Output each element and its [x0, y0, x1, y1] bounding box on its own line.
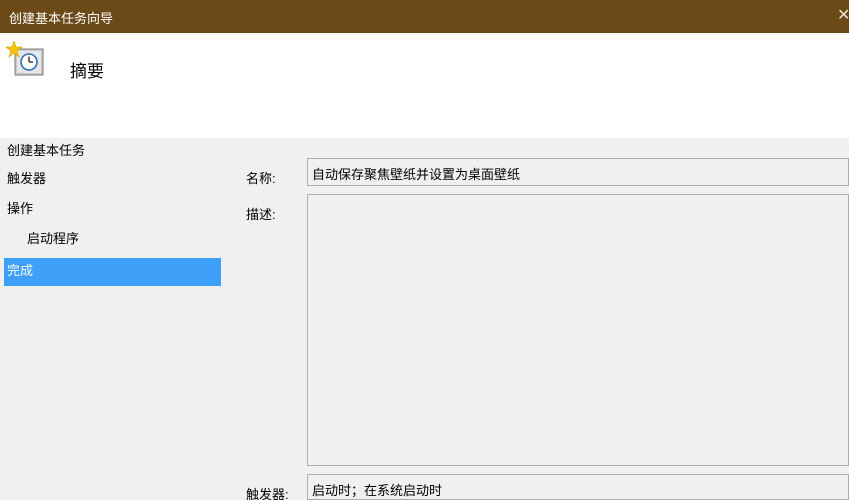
trigger-label: 触发器: — [246, 487, 289, 500]
step-action[interactable]: 操作 — [4, 196, 221, 224]
wizard-header: 摘要 — [0, 33, 849, 138]
step-trigger[interactable]: 触发器 — [4, 166, 221, 194]
close-icon[interactable]: ✕ — [837, 4, 849, 28]
description-label: 描述: — [246, 207, 276, 222]
summary-panel: 名称: 自动保存聚焦壁纸并设置为桌面壁纸 描述: 触发器: 启动时；在系统启动时 — [232, 138, 849, 500]
wizard-step-list: 创建基本任务 触发器 操作 启动程序 完成 — [0, 138, 232, 500]
scheduled-task-clock-icon — [5, 41, 44, 76]
name-label: 名称: — [246, 171, 276, 186]
trigger-summary-field[interactable]: 启动时；在系统启动时 — [307, 474, 849, 500]
window-title: 创建基本任务向导 — [9, 11, 114, 26]
page-heading: 摘要 — [70, 62, 104, 81]
step-finish[interactable]: 完成 — [4, 258, 221, 286]
task-description-field[interactable] — [307, 194, 849, 466]
window-titlebar: 创建基本任务向导 ✕ — [0, 0, 849, 33]
step-create-basic-task[interactable]: 创建基本任务 — [4, 138, 221, 166]
step-start-program[interactable]: 启动程序 — [4, 226, 221, 254]
task-name-field[interactable]: 自动保存聚焦壁纸并设置为桌面壁纸 — [307, 158, 849, 186]
